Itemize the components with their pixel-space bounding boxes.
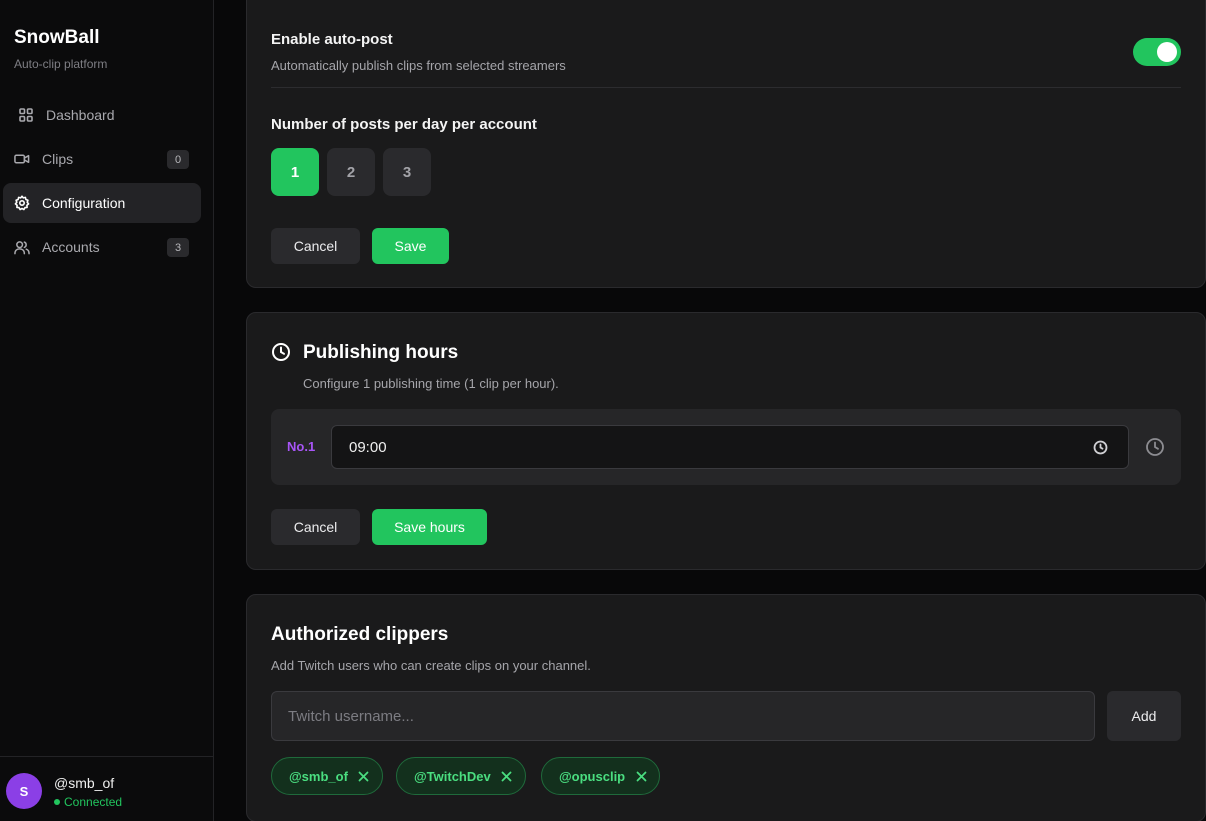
clock-icon bbox=[271, 342, 291, 362]
sidebar-item-label: Accounts bbox=[42, 239, 100, 255]
connection-status: Connected bbox=[54, 795, 122, 809]
posts-option-2[interactable]: 2 bbox=[327, 148, 375, 196]
publishing-hours-title: Publishing hours bbox=[303, 342, 459, 363]
cancel-hours-button[interactable]: Cancel bbox=[271, 509, 360, 545]
cancel-button[interactable]: Cancel bbox=[271, 228, 360, 264]
save-hours-button[interactable]: Save hours bbox=[372, 509, 487, 545]
clips-count-badge: 0 bbox=[167, 150, 189, 169]
divider bbox=[271, 87, 1181, 88]
sidebar-item-label: Clips bbox=[42, 151, 74, 167]
twitch-username-input[interactable] bbox=[271, 691, 1095, 741]
publishing-slot-row: No.1 09:00 bbox=[271, 409, 1181, 485]
autopost-card: Enable auto-post Automatically publish c… bbox=[246, 0, 1206, 288]
posts-per-day-label: Number of posts per day per account bbox=[271, 116, 537, 133]
sidebar: SnowBall Auto-clip platform Dashboard Cl… bbox=[0, 0, 214, 821]
video-icon bbox=[14, 151, 30, 167]
time-picker-icon[interactable] bbox=[1093, 440, 1108, 455]
sidebar-item-label: Dashboard bbox=[46, 107, 115, 123]
status-dot-icon bbox=[54, 799, 60, 805]
slot-label: No.1 bbox=[287, 439, 316, 454]
sidebar-item-label: Configuration bbox=[42, 195, 126, 211]
remove-icon[interactable] bbox=[635, 770, 647, 782]
app-name: SnowBall bbox=[14, 27, 100, 48]
clock-icon bbox=[1145, 437, 1165, 457]
publishing-hours-card: Publishing hours Configure 1 publishing … bbox=[246, 312, 1206, 570]
grid-icon bbox=[18, 107, 34, 123]
time-value: 09:00 bbox=[349, 439, 387, 456]
add-clipper-button[interactable]: Add bbox=[1107, 691, 1181, 741]
clipper-chip-label: @smb_of bbox=[289, 768, 348, 784]
avatar: S bbox=[6, 773, 42, 809]
authorized-clippers-description: Add Twitch users who can create clips on… bbox=[271, 658, 591, 673]
publishing-hours-description: Configure 1 publishing time (1 clip per … bbox=[303, 376, 559, 391]
clipper-chip: @TwitchDev bbox=[396, 757, 526, 795]
autopost-title: Enable auto-post bbox=[271, 31, 393, 48]
sidebar-item-clips[interactable]: Clips 0 bbox=[3, 139, 201, 179]
authorized-clippers-card: Authorized clippers Add Twitch users who… bbox=[246, 594, 1206, 821]
save-button[interactable]: Save bbox=[372, 228, 449, 264]
autopost-toggle[interactable] bbox=[1133, 38, 1181, 66]
remove-icon[interactable] bbox=[501, 770, 513, 782]
user-name: @smb_of bbox=[54, 775, 115, 791]
clipper-chip-label: @TwitchDev bbox=[414, 768, 491, 784]
connection-status-label: Connected bbox=[64, 795, 123, 809]
remove-icon[interactable] bbox=[358, 770, 370, 782]
sidebar-item-dashboard[interactable]: Dashboard bbox=[3, 95, 201, 135]
users-icon bbox=[14, 239, 30, 255]
user-profile[interactable]: S @smb_of Connected bbox=[0, 756, 213, 821]
accounts-count-badge: 3 bbox=[167, 238, 189, 257]
toggle-knob bbox=[1157, 42, 1177, 62]
sidebar-item-configuration[interactable]: Configuration bbox=[3, 183, 201, 223]
clipper-chip-label: @opusclip bbox=[559, 768, 626, 784]
posts-option-3[interactable]: 3 bbox=[383, 148, 431, 196]
posts-option-1[interactable]: 1 bbox=[271, 148, 319, 196]
clipper-chip: @opusclip bbox=[541, 757, 661, 795]
app-subtitle: Auto-clip platform bbox=[14, 57, 108, 71]
authorized-clippers-title: Authorized clippers bbox=[271, 624, 449, 645]
autopost-description: Automatically publish clips from selecte… bbox=[271, 58, 566, 73]
sidebar-item-accounts[interactable]: Accounts 3 bbox=[3, 227, 201, 267]
clipper-chip: @smb_of bbox=[271, 757, 383, 795]
gear-icon bbox=[14, 195, 30, 211]
time-input[interactable]: 09:00 bbox=[331, 425, 1129, 469]
